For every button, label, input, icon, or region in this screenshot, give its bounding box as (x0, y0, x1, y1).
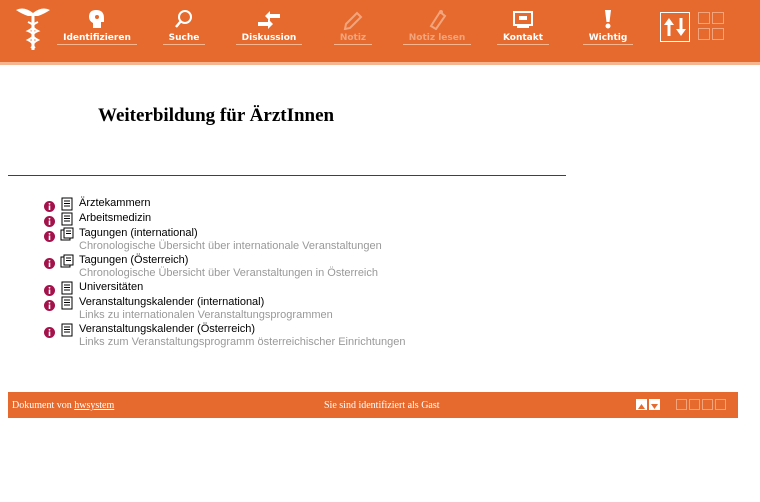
document-icon (60, 212, 74, 226)
read-note-icon (424, 8, 450, 30)
title-divider (8, 175, 566, 176)
document-link[interactable]: Veranstaltungskalender (international) (79, 296, 333, 309)
document-description: Chronologische Übersicht über internatio… (79, 240, 382, 252)
prev-icon[interactable] (698, 12, 710, 24)
important-button[interactable]: Wichtig (573, 8, 643, 48)
list-item-text: Tagungen (international) Chronologische Ü… (79, 227, 382, 253)
list-item-text: Tagungen (Österreich) Chronologische Über… (79, 254, 378, 280)
info-icon[interactable] (44, 298, 55, 311)
list-item: Ärztekammern (44, 197, 564, 212)
info-icon[interactable] (44, 256, 55, 269)
info-icon[interactable] (44, 229, 55, 242)
next-icon[interactable] (712, 12, 724, 24)
discussion-button[interactable]: Diskussion (234, 8, 304, 48)
scroll-down-button[interactable] (649, 399, 660, 410)
next-page-button[interactable] (702, 399, 713, 410)
document-icon (60, 197, 74, 211)
toolbar-label: Notiz lesen (402, 33, 472, 45)
scroll-up-button[interactable] (636, 399, 647, 410)
list-item: Veranstaltungskalender (Österreich) Links… (44, 323, 564, 349)
info-icon[interactable] (44, 214, 55, 227)
list-item: Tagungen (Österreich) Chronologische Über… (44, 254, 564, 280)
document-owner-link[interactable]: hwsystem (74, 400, 114, 411)
top-toolbar: Identifizieren Suche Diskussion Notiz No… (0, 0, 760, 60)
document-owner: Dokument von hwsystem (12, 400, 114, 411)
info-icon[interactable] (44, 325, 55, 338)
search-icon (171, 8, 197, 30)
document-prefix: Dokument von (12, 400, 72, 411)
note-pencil-icon (340, 8, 366, 30)
page-title: Weiterbildung für ÄrztInnen (98, 105, 335, 126)
toolbar-label: Kontakt (496, 33, 550, 45)
document-description: Links zu internationalen Veranstaltungsp… (79, 309, 333, 321)
last-page-button[interactable] (715, 399, 726, 410)
list-item-text: Ärztekammern (79, 197, 151, 210)
document-description: Chronologische Übersicht über Veranstalt… (79, 267, 378, 279)
toolbar-label: Wichtig (582, 33, 634, 45)
status-bar: Dokument von hwsystem Sie sind identifiz… (8, 392, 738, 418)
document-link[interactable]: Ärztekammern (79, 197, 151, 210)
list-item-text: Universitäten (79, 281, 143, 294)
list-item-text: Arbeitsmedizin (79, 212, 151, 225)
list-item: Veranstaltungskalender (international) Li… (44, 296, 564, 322)
list-item: Arbeitsmedizin (44, 212, 564, 227)
document-icon (60, 296, 74, 310)
contact-button[interactable]: Kontakt (488, 8, 558, 48)
down-triangle-icon (651, 404, 658, 409)
list-item-text: Veranstaltungskalender (Österreich) Links… (79, 323, 406, 349)
up-triangle-icon (638, 404, 645, 409)
document-link[interactable]: Veranstaltungskalender (Österreich) (79, 323, 406, 336)
documents-stack-icon (60, 227, 74, 241)
document-icon (60, 323, 74, 337)
toolbar-label: Diskussion (235, 33, 303, 45)
note-button[interactable]: Notiz (318, 8, 388, 48)
up-down-arrows-icon (664, 18, 686, 36)
list-item-text: Veranstaltungskalender (international) Li… (79, 296, 333, 322)
identify-button[interactable]: Identifizieren (57, 8, 137, 48)
read-note-button[interactable]: Notiz lesen (402, 8, 472, 48)
documents-stack-icon (60, 254, 74, 268)
document-icon (60, 281, 74, 295)
contact-screen-icon (510, 8, 536, 30)
first-icon[interactable] (698, 28, 710, 40)
toolbar-divider (0, 62, 760, 65)
document-link[interactable]: Arbeitsmedizin (79, 212, 151, 225)
prev-page-button[interactable] (689, 399, 700, 410)
toolbar-label: Notiz (333, 33, 373, 45)
list-item: Universitäten (44, 281, 564, 296)
document-list: Ärztekammern Arbeitsmedizin Tagungen (inte… (44, 197, 564, 350)
info-icon[interactable] (44, 283, 55, 296)
first-page-button[interactable] (676, 399, 687, 410)
document-description: Links zum Veranstaltungsprogramm österre… (79, 336, 406, 348)
caduceus-logo-icon[interactable] (14, 4, 52, 52)
page-navigation-mini (698, 12, 726, 42)
document-link[interactable]: Tagungen (international) (79, 227, 382, 240)
identification-status: Sie sind identifiziert als Gast (324, 400, 440, 411)
list-item: Tagungen (international) Chronologische Ü… (44, 227, 564, 253)
search-button[interactable]: Suche (149, 8, 219, 48)
important-exclamation-icon (595, 8, 621, 30)
info-icon[interactable] (44, 199, 55, 212)
document-link[interactable]: Tagungen (Österreich) (79, 254, 378, 267)
up-down-navigation-button[interactable] (660, 12, 690, 42)
identify-head-icon (84, 8, 110, 30)
toolbar-label: Suche (162, 33, 206, 45)
discussion-arrows-icon (256, 8, 282, 30)
last-icon[interactable] (712, 28, 724, 40)
toolbar-label: Identifizieren (57, 33, 137, 45)
document-link[interactable]: Universitäten (79, 281, 143, 294)
